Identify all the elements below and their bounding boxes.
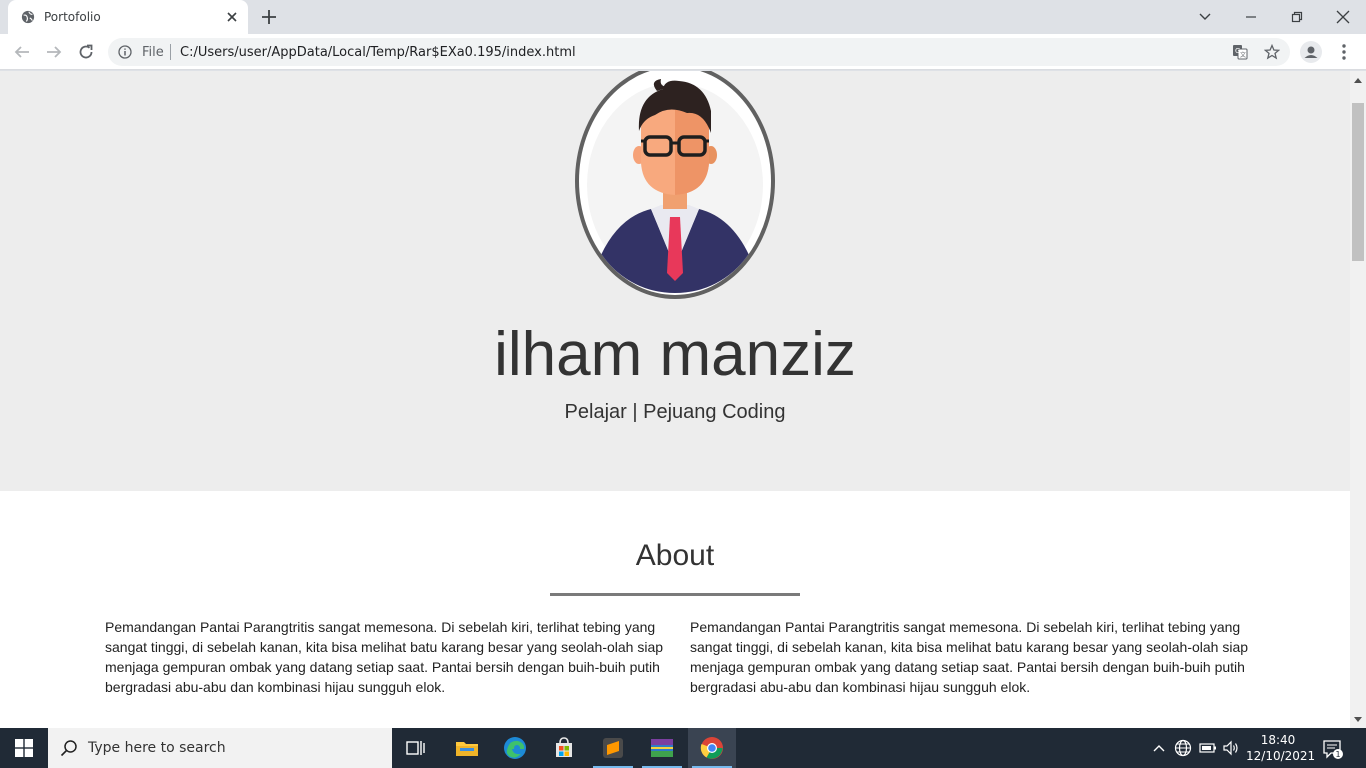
battery-button[interactable] <box>1198 738 1218 758</box>
bookmark-star-icon[interactable] <box>1264 44 1280 60</box>
store-icon <box>556 737 572 757</box>
battery-icon <box>1199 743 1216 753</box>
close-window-button[interactable] <box>1320 0 1366 34</box>
reload-icon <box>79 44 93 59</box>
speaker-icon <box>1223 740 1238 756</box>
sublime-text-icon <box>603 738 623 758</box>
reload-button[interactable] <box>76 42 96 62</box>
info-icon[interactable] <box>118 45 132 59</box>
chrome-icon <box>700 737 723 759</box>
clock-time: 18:40 <box>1260 733 1296 747</box>
scroll-thumb[interactable] <box>1352 103 1364 261</box>
task-view-button[interactable] <box>392 728 440 768</box>
search-icon <box>60 740 77 757</box>
volume-button[interactable] <box>1221 738 1241 758</box>
tab-portofolio[interactable]: Portofolio <box>8 0 248 34</box>
arrow-left-icon <box>14 46 29 58</box>
task-view-icon <box>406 741 425 755</box>
folder-icon <box>456 742 478 756</box>
network-button[interactable] <box>1173 738 1193 758</box>
page-viewport: ilham manziz Pelajar | Pejuang Coding Ab… <box>0 71 1350 728</box>
triangle-down-icon <box>1354 716 1362 722</box>
hero-section: ilham manziz Pelajar | Pejuang Coding <box>0 71 1350 491</box>
more-vert-icon[interactable] <box>1336 42 1352 62</box>
taskbar-search[interactable]: Type here to search <box>48 728 392 768</box>
minimize-button[interactable] <box>1228 0 1274 34</box>
show-hidden-icons-button[interactable] <box>1149 738 1169 758</box>
hero-tagline: Pelajar | Pejuang Coding <box>564 401 786 423</box>
scroll-up-button[interactable] <box>1350 71 1366 88</box>
about-paragraph-right: Pemandangan Pantai Parangtritis sangat m… <box>690 619 1249 695</box>
store-button[interactable] <box>540 728 588 768</box>
clock-date: 12/10/2021 <box>1246 749 1316 763</box>
start-button[interactable] <box>0 728 48 768</box>
taskbar-clock[interactable]: 18:40 12/10/2021 <box>1246 732 1316 764</box>
profile-button[interactable] <box>1300 41 1322 63</box>
person-icon <box>1304 46 1318 58</box>
globe-icon <box>21 10 35 24</box>
windows-logo-icon <box>15 739 33 757</box>
scroll-down-button[interactable] <box>1350 711 1366 728</box>
forward-button[interactable] <box>44 42 64 62</box>
notification-icon: 1 <box>1323 740 1343 759</box>
close-icon <box>1336 10 1350 24</box>
file-explorer-button[interactable] <box>443 728 491 768</box>
globe-network-icon <box>1174 739 1192 757</box>
search-placeholder: Type here to search <box>88 740 226 756</box>
restore-icon <box>1291 11 1303 23</box>
file-label: File <box>142 45 164 60</box>
edge-button[interactable] <box>491 728 539 768</box>
url-text[interactable]: C:/Users/user/AppData/Local/Temp/Rar$EXa… <box>180 45 576 60</box>
triangle-up-icon <box>1354 77 1362 83</box>
address-bar[interactable]: File C:/Users/user/AppData/Local/Temp/Ra… <box>108 38 1290 66</box>
translate-icon[interactable]: G文 <box>1232 44 1248 60</box>
tab-search-button[interactable] <box>1182 0 1228 34</box>
restore-button[interactable] <box>1274 0 1320 34</box>
edge-icon <box>504 737 526 759</box>
browser-toolbar: File C:/Users/user/AppData/Local/Temp/Ra… <box>0 34 1366 70</box>
back-button[interactable] <box>12 42 32 62</box>
action-center-button[interactable]: 1 <box>1322 738 1344 760</box>
winrar-button[interactable] <box>638 728 686 768</box>
minimize-icon <box>1246 16 1256 18</box>
omnibox-separator <box>170 44 171 60</box>
avatar-illustration <box>587 79 763 293</box>
winrar-icon <box>651 739 673 757</box>
notification-count: 1 <box>1335 750 1340 759</box>
profile-avatar <box>575 71 775 299</box>
chevron-down-icon <box>1199 13 1211 20</box>
about-paragraph-left: Pemandangan Pantai Parangtritis sangat m… <box>105 619 664 695</box>
new-tab-icon[interactable] <box>260 8 278 26</box>
about-divider <box>550 593 800 596</box>
chevron-up-icon <box>1153 745 1165 752</box>
about-heading: About <box>635 539 715 572</box>
arrow-right-icon <box>47 46 62 58</box>
svg-text:文: 文 <box>1240 51 1246 59</box>
sublime-text-button[interactable] <box>589 728 637 768</box>
hero-name: ilham manziz <box>494 320 856 389</box>
tab-close-icon[interactable] <box>224 9 240 25</box>
windows-taskbar: Type here to search 18:40 12/10/2021 1 <box>0 728 1366 768</box>
tab-title: Portofolio <box>44 10 101 24</box>
tab-strip: Portofolio <box>0 0 1366 34</box>
chrome-button[interactable] <box>688 728 736 768</box>
page-scrollbar[interactable] <box>1350 71 1366 728</box>
